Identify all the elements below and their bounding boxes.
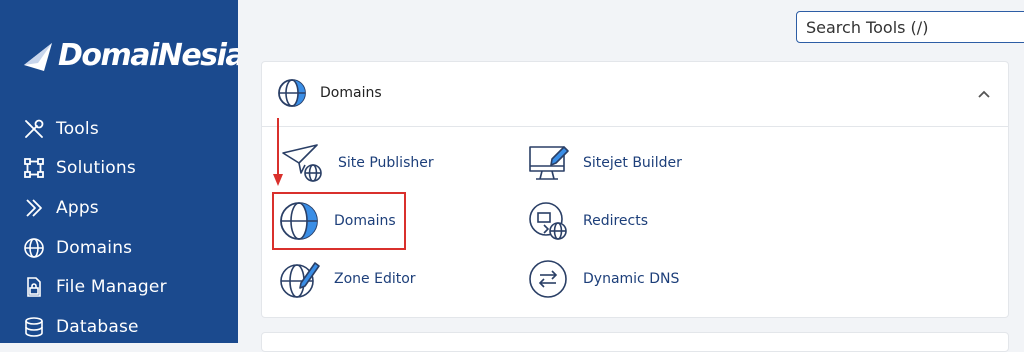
monitor-pencil-icon bbox=[525, 140, 571, 186]
sidebar-item-tools[interactable]: Tools bbox=[22, 116, 99, 142]
sidebar-item-domains[interactable]: Domains bbox=[22, 235, 132, 261]
sidebar: DomaiNesia Tools Solutions Apps Domains … bbox=[0, 0, 246, 343]
tool-zone-editor[interactable]: Zone Editor bbox=[276, 256, 416, 302]
highlight-box bbox=[272, 192, 406, 250]
search-tools-input[interactable] bbox=[796, 11, 1024, 43]
sidebar-item-label: File Manager bbox=[56, 277, 167, 297]
tool-label: Zone Editor bbox=[334, 271, 416, 287]
down-arrow-annotation-icon bbox=[273, 118, 283, 186]
sidebar-item-file-manager[interactable]: File Manager bbox=[22, 274, 167, 300]
tool-dynamic-dns[interactable]: Dynamic DNS bbox=[525, 256, 679, 302]
solutions-icon bbox=[22, 156, 46, 180]
sidebar-item-label: Domains bbox=[56, 238, 133, 258]
database-icon bbox=[22, 315, 46, 339]
tool-redirects[interactable]: Redirects bbox=[525, 198, 648, 244]
panel-title: Domains bbox=[320, 85, 382, 101]
tool-sitejet-builder[interactable]: Sitejet Builder bbox=[525, 140, 682, 186]
tool-site-publisher[interactable]: Site Publisher bbox=[280, 140, 434, 186]
apps-icon bbox=[22, 196, 46, 220]
dynamic-dns-icon bbox=[525, 256, 571, 302]
sidebar-item-label: Tools bbox=[56, 119, 99, 139]
sidebar-item-database[interactable]: Database bbox=[22, 314, 139, 340]
tool-label: Site Publisher bbox=[338, 155, 434, 171]
tool-label: Dynamic DNS bbox=[583, 271, 680, 287]
globe-icon bbox=[22, 236, 46, 260]
sidebar-item-label: Solutions bbox=[56, 158, 136, 178]
sidebar-item-label: Database bbox=[56, 317, 139, 337]
next-panel bbox=[261, 332, 1009, 352]
tool-label: Redirects bbox=[583, 213, 649, 229]
globe-pencil-icon bbox=[276, 256, 322, 302]
brand-logo[interactable]: DomaiNesia bbox=[22, 38, 246, 73]
file-manager-icon bbox=[22, 275, 46, 299]
chevron-up-icon[interactable] bbox=[976, 86, 992, 102]
panel-header[interactable]: Domains bbox=[262, 62, 1008, 127]
tools-icon bbox=[22, 117, 46, 141]
redirect-globe-icon bbox=[525, 198, 571, 244]
paper-plane-globe-icon bbox=[280, 140, 326, 186]
logo-mark-icon bbox=[24, 42, 52, 71]
sidebar-item-apps[interactable]: Apps bbox=[22, 195, 99, 221]
globe-icon bbox=[276, 77, 308, 113]
brand-name: DomaiNesia bbox=[58, 38, 246, 73]
tool-label: Sitejet Builder bbox=[583, 155, 682, 171]
sidebar-item-label: Apps bbox=[56, 198, 99, 218]
sidebar-item-solutions[interactable]: Solutions bbox=[22, 155, 136, 181]
